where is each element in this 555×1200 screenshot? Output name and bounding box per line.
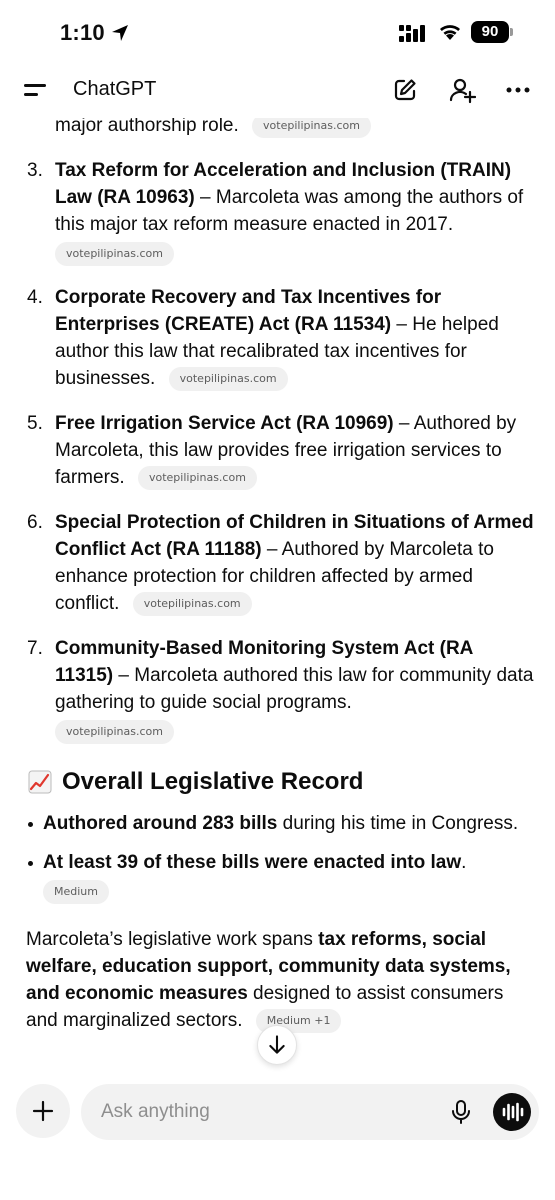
list-item: 3. Tax Reform for Acceleration and Inclu…	[0, 157, 555, 266]
law-description: – Marcoleta authored this law for commun…	[55, 665, 534, 713]
edit-icon[interactable]	[391, 76, 419, 104]
plus-button[interactable]	[16, 1084, 70, 1138]
list-number: 3.	[27, 160, 43, 181]
app-header: ChatGPT	[0, 62, 555, 118]
list-item: 6. Special Protection of Children in Sit…	[0, 509, 555, 617]
list-item: 7. Community-Based Monitoring System Act…	[0, 635, 555, 744]
bullet-text: during his time in Congress.	[277, 813, 519, 834]
more-icon[interactable]	[504, 76, 532, 104]
list-number: 5.	[27, 413, 43, 434]
source-chip[interactable]: votepilipinas.com	[132, 591, 252, 616]
bullet-dot	[28, 861, 33, 866]
list-item: Authored around 283 bills during his tim…	[0, 810, 555, 837]
bullet-bold: At least 39 of these bills were enacted …	[43, 852, 462, 873]
source-chip[interactable]: Medium	[43, 880, 109, 904]
voice-mode-button[interactable]	[493, 1093, 531, 1131]
plus-icon	[32, 1100, 54, 1122]
list-number: 7.	[27, 638, 43, 659]
mic-icon[interactable]	[447, 1098, 475, 1126]
voice-waveform-icon	[502, 1102, 524, 1122]
arrow-down-icon[interactable]	[257, 1025, 297, 1065]
source-chip[interactable]: votepilipinas.com	[55, 242, 174, 266]
section-heading: Overall Legislative Record	[0, 766, 555, 798]
law-title: Free Irrigation Service Act (RA 10969)	[55, 413, 394, 434]
wifi-icon	[440, 25, 460, 40]
message-input[interactable]	[101, 1098, 441, 1126]
location-arrow-icon	[112, 25, 128, 41]
chart-increasing-icon	[28, 770, 52, 794]
message-input-container	[81, 1084, 539, 1140]
cellular-signal-icon	[399, 25, 425, 42]
bullet-bold: Authored around 283 bills	[43, 813, 278, 834]
list-item: At least 39 of these bills were enacted …	[0, 849, 555, 904]
chat-content[interactable]: major authorship role. votepilipinas.com…	[0, 100, 555, 1075]
bullet-dot	[28, 822, 33, 827]
list-number: 4.	[27, 287, 43, 308]
battery-indicator: 90	[471, 21, 509, 43]
summary-paragraph: Marcoleta’s legislative work spans tax r…	[0, 926, 555, 1034]
record-bullets: Authored around 283 bills during his tim…	[0, 810, 555, 904]
source-chip[interactable]: votepilipinas.com	[55, 720, 174, 744]
battery-tip	[510, 28, 513, 36]
source-chip[interactable]: votepilipinas.com	[137, 465, 257, 490]
summary-text: Marcoleta’s legislative work spans	[26, 929, 319, 950]
list-number: 6.	[27, 512, 43, 533]
composer	[0, 1075, 555, 1200]
laws-list: 3. Tax Reform for Acceleration and Inclu…	[0, 157, 555, 744]
add-person-icon[interactable]	[448, 76, 476, 104]
menu-icon[interactable]	[24, 80, 48, 100]
status-time: 1:10	[60, 20, 105, 45]
source-chip[interactable]: votepilipinas.com	[168, 366, 288, 391]
law-title: Corporate Recovery and Tax Incentives fo…	[55, 287, 442, 335]
continuation-text: major authorship role.	[55, 115, 239, 136]
list-item: 5. Free Irrigation Service Act (RA 10969…	[0, 410, 555, 491]
bullet-text: .	[461, 852, 467, 873]
list-item: 4. Corporate Recovery and Tax Incentives…	[0, 284, 555, 392]
section-heading-text: Overall Legislative Record	[62, 768, 364, 795]
status-bar: 1:10 90	[0, 0, 555, 62]
app-title: ChatGPT	[73, 78, 157, 100]
